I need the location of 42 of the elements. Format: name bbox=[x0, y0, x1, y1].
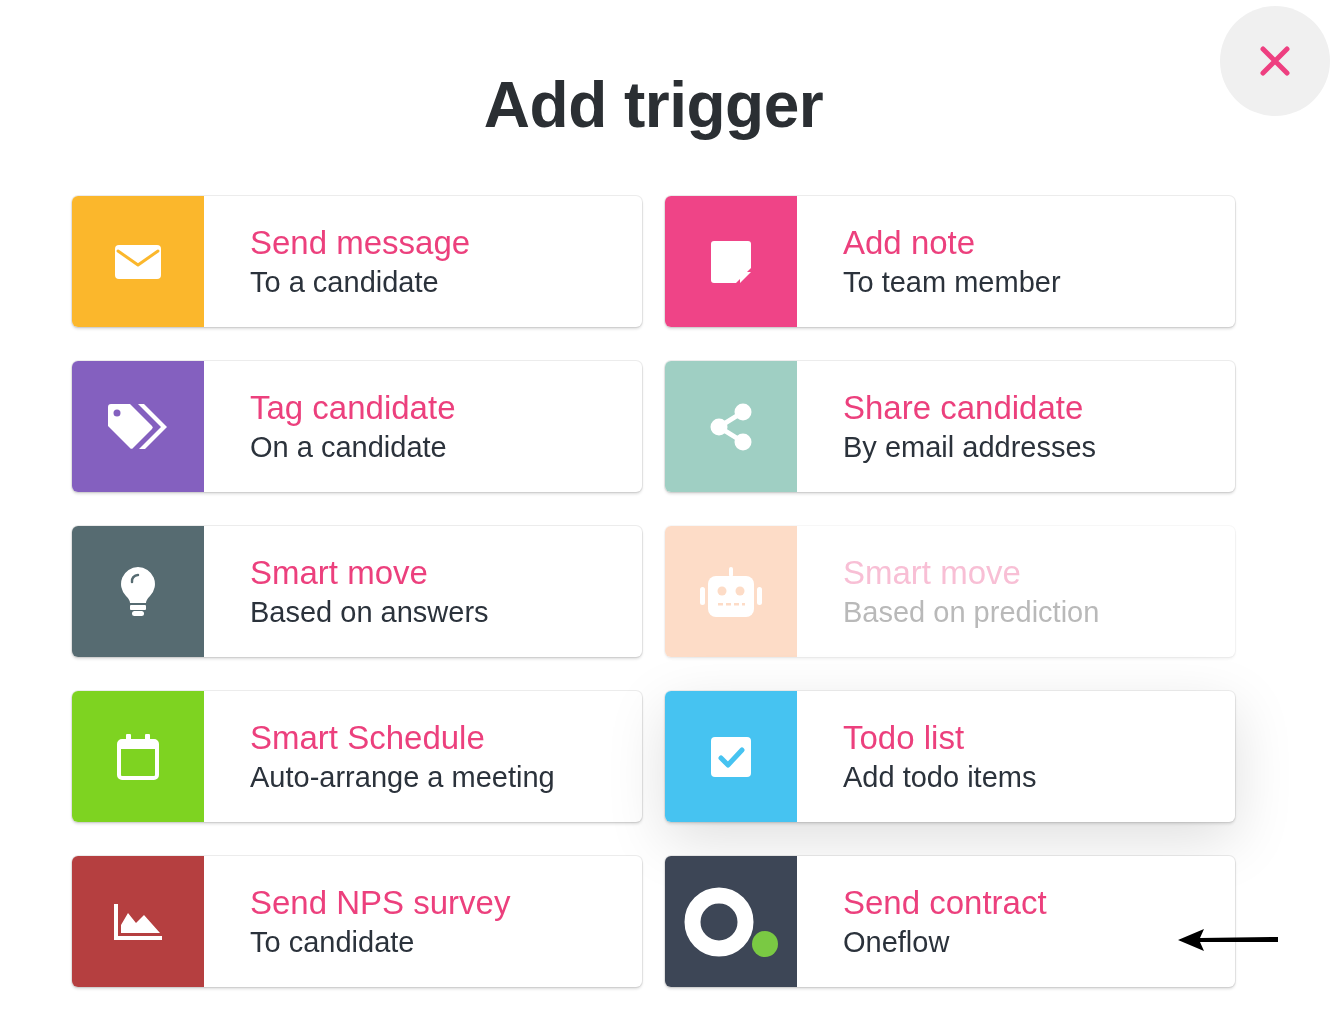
trigger-description: On a candidate bbox=[250, 429, 448, 465]
trigger-card[interactable]: Todo list Add todo items bbox=[665, 691, 1235, 822]
trigger-card[interactable]: Send NPS survey To candidate bbox=[72, 856, 642, 987]
trigger-description: Oneflow bbox=[843, 924, 951, 960]
trigger-title: Todo list bbox=[843, 717, 966, 757]
checkbox-icon bbox=[711, 736, 751, 777]
robot-icon bbox=[700, 566, 762, 617]
trigger-title: Smart move bbox=[250, 552, 429, 592]
trigger-card[interactable]: Send message To a candidate bbox=[72, 196, 642, 327]
arrow-icon bbox=[1178, 928, 1279, 952]
area-chart-icon bbox=[114, 903, 162, 940]
trigger-title: Smart move bbox=[843, 552, 1022, 592]
trigger-description: To candidate bbox=[250, 924, 416, 960]
trigger-title: Share candidate bbox=[843, 387, 1085, 427]
trigger-title: Send message bbox=[250, 222, 471, 262]
calendar-icon bbox=[117, 733, 159, 780]
lightbulb-icon bbox=[121, 567, 155, 616]
trigger-card[interactable]: Share candidate By email addresses bbox=[665, 361, 1235, 492]
trigger-description: To team member bbox=[843, 264, 1061, 300]
envelope-icon bbox=[115, 244, 161, 279]
trigger-title: Send NPS survey bbox=[250, 882, 511, 922]
dialog-title: Add trigger bbox=[483, 68, 824, 143]
trigger-title: Send contract bbox=[843, 882, 1047, 922]
trigger-card[interactable]: Send contract Oneflow bbox=[665, 856, 1235, 987]
trigger-description: Add todo items bbox=[843, 759, 1037, 795]
trigger-description: To a candidate bbox=[250, 264, 440, 300]
trigger-title: Add note bbox=[843, 222, 977, 262]
tags-icon bbox=[108, 403, 168, 450]
note-icon bbox=[711, 240, 751, 283]
trigger-description: Based on prediction bbox=[843, 594, 1100, 630]
ring-dot-logo-icon bbox=[684, 886, 778, 957]
trigger-title: Tag candidate bbox=[250, 387, 456, 427]
trigger-card[interactable]: Tag candidate On a candidate bbox=[72, 361, 642, 492]
close-icon bbox=[1260, 46, 1290, 76]
trigger-card[interactable]: Add note To team member bbox=[665, 196, 1235, 327]
trigger-description: By email addresses bbox=[843, 429, 1097, 465]
trigger-title: Smart Schedule bbox=[250, 717, 486, 757]
trigger-card[interactable]: Smart Schedule Auto-arrange a meeting bbox=[72, 691, 642, 822]
trigger-description: Auto-arrange a meeting bbox=[250, 759, 555, 795]
share-icon bbox=[710, 402, 752, 451]
trigger-card[interactable]: Smart move Based on answers bbox=[72, 526, 642, 657]
trigger-description: Based on answers bbox=[250, 594, 489, 630]
